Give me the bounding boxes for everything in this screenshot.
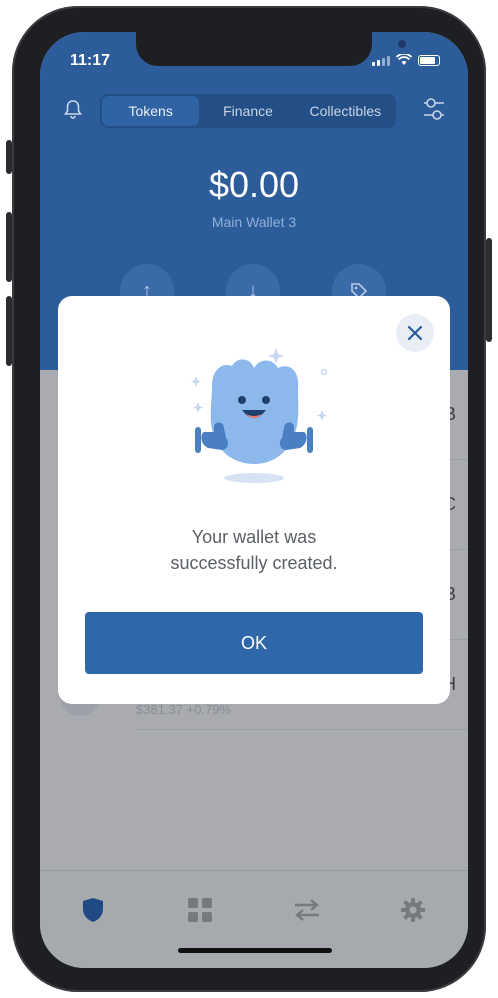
token-price: $381.37 +0.79%	[136, 702, 232, 717]
success-dialog: Your wallet was successfully created. OK	[58, 296, 450, 704]
notch	[136, 32, 406, 66]
screen: 11:17 Tokens Finance Collectibles $0.00 …	[40, 32, 468, 968]
wifi-icon	[396, 54, 412, 65]
shield-icon	[83, 898, 103, 922]
mute-switch	[6, 140, 12, 174]
grid-icon	[188, 898, 212, 922]
close-icon	[407, 325, 423, 341]
mascot-illustration	[191, 348, 328, 483]
nav-dapps[interactable]	[185, 895, 215, 925]
bell-icon[interactable]	[62, 98, 84, 120]
tab-bar: Tokens Finance Collectibles	[100, 94, 396, 128]
ok-button[interactable]: OK	[85, 612, 423, 674]
wallet-name: Main Wallet 3	[211, 214, 297, 230]
message-line-1: Your wallet was	[191, 527, 317, 547]
volume-up-button	[6, 212, 12, 282]
tab-collectibles[interactable]: Collectibles	[297, 96, 394, 126]
camera	[398, 40, 406, 48]
nav-dex[interactable]	[292, 895, 322, 925]
success-message: Your wallet was successfully created.	[58, 524, 450, 576]
filter-sliders-icon[interactable]	[422, 96, 446, 122]
power-button	[486, 238, 492, 342]
nav-settings[interactable]	[398, 895, 428, 925]
battery-icon	[418, 55, 440, 66]
bottom-nav	[40, 870, 468, 968]
volume-down-button	[6, 296, 12, 366]
home-indicator	[178, 948, 332, 953]
swap-arrows-icon	[295, 899, 319, 921]
gear-icon	[401, 898, 425, 922]
status-icons	[372, 54, 440, 66]
message-line-2: successfully created.	[170, 553, 338, 573]
close-button[interactable]	[396, 314, 434, 352]
tab-tokens[interactable]: Tokens	[102, 96, 200, 126]
nav-wallet[interactable]	[78, 895, 108, 925]
tab-finance[interactable]: Finance	[199, 96, 296, 126]
signal-icon	[372, 56, 390, 66]
status-time: 11:17	[70, 52, 111, 69]
wallet-balance: $0.00	[208, 164, 300, 205]
